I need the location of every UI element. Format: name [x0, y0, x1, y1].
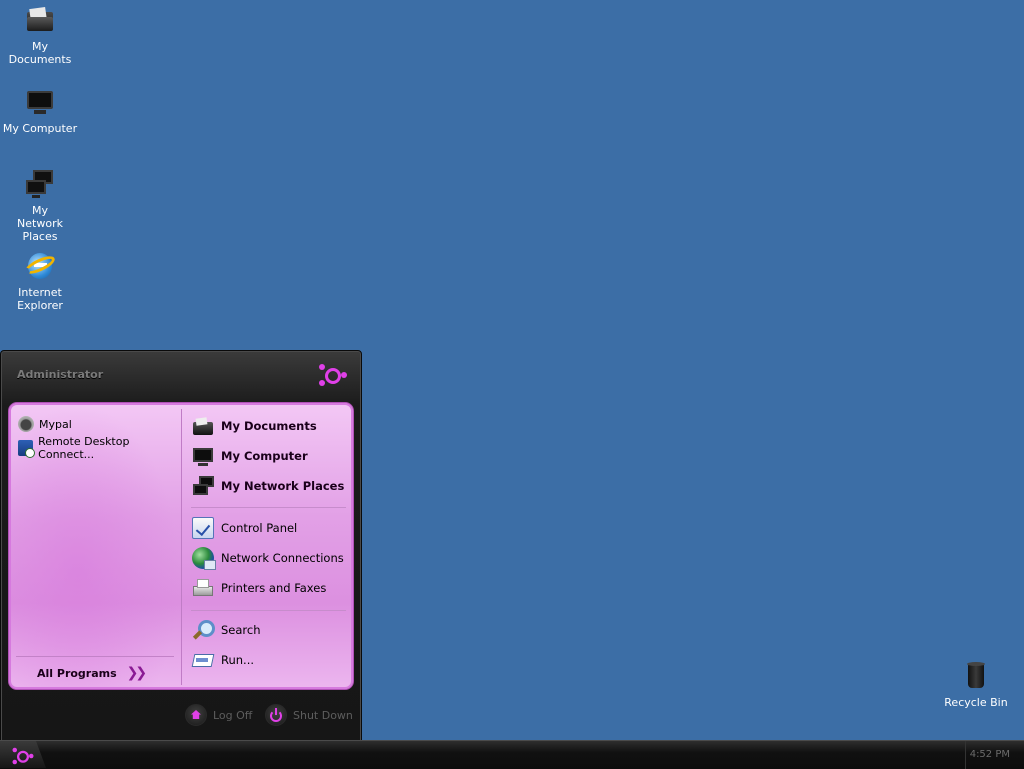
desktop-icon-recycle-bin[interactable]: Recycle Bin	[936, 660, 1016, 709]
program-mypal[interactable]: Mypal	[18, 414, 72, 434]
desktop-icon-label: My Documents	[8, 40, 72, 66]
start-button[interactable]	[0, 741, 46, 768]
program-remote-desktop[interactable]: Remote Desktop Connect...	[18, 435, 181, 461]
menu-item-run[interactable]: Run...	[192, 647, 254, 673]
search-icon	[192, 619, 215, 641]
log-off-label: Log Off	[213, 708, 253, 722]
menu-item-my-network-places[interactable]: My Network Places	[192, 473, 344, 499]
run-icon	[192, 649, 214, 671]
ie-icon	[22, 250, 58, 282]
desktop-icon-label: My Network Places	[17, 204, 63, 243]
divider	[181, 409, 182, 685]
desktop-icon-label: Internet Explorer	[17, 286, 63, 312]
double-chevron-right-icon: ❯❯	[126, 665, 148, 681]
menu-item-my-documents[interactable]: My Documents	[192, 413, 317, 439]
start-menu: Administrator Mypal Remote Desktop Conne…	[0, 350, 362, 742]
all-programs-button[interactable]: All Programs ❯❯	[37, 665, 148, 681]
monitor-icon	[24, 86, 56, 118]
desktop-icon-label: My Computer	[2, 122, 78, 135]
log-off-icon	[185, 704, 207, 726]
desktop-icon-my-network-places[interactable]: My Network Places	[0, 168, 80, 243]
menu-item-label: Network Connections	[221, 551, 344, 565]
system-tray: 4:52 PM	[965, 741, 1024, 769]
network-icon	[24, 168, 56, 200]
logo-icon	[319, 361, 347, 389]
network-icon	[192, 475, 214, 497]
menu-item-label: Control Panel	[221, 521, 298, 535]
all-programs-label: All Programs	[37, 666, 117, 680]
menu-item-label: My Documents	[221, 419, 317, 433]
desktop-icon-my-computer[interactable]: My Computer	[0, 86, 80, 135]
monitor-icon	[192, 445, 214, 467]
menu-item-network-connections[interactable]: Network Connections	[192, 545, 344, 571]
menu-item-label: Printers and Faxes	[221, 581, 327, 595]
shut-down-button[interactable]: Shut Down	[265, 704, 353, 726]
logo-icon	[12, 746, 34, 767]
program-label: Remote Desktop Connect...	[38, 435, 130, 461]
desktop-icon-internet-explorer[interactable]: Internet Explorer	[0, 250, 80, 312]
globe-icon	[192, 547, 216, 570]
menu-item-label: Search	[221, 623, 261, 637]
shut-down-label: Shut Down	[293, 708, 353, 722]
trash-icon	[960, 660, 992, 692]
menu-item-search[interactable]: Search	[192, 617, 261, 643]
remote-desktop-icon	[18, 440, 36, 458]
log-off-button[interactable]: Log Off	[185, 704, 252, 726]
divider	[16, 656, 174, 657]
user-name: Administrator	[17, 368, 104, 381]
printer-icon	[192, 577, 214, 599]
mypal-icon	[18, 416, 34, 432]
menu-item-my-computer[interactable]: My Computer	[192, 443, 308, 469]
control-panel-icon	[192, 517, 214, 539]
divider	[191, 610, 346, 611]
power-icon	[265, 704, 287, 726]
program-label: Mypal	[39, 417, 72, 431]
menu-item-label: My Computer	[221, 449, 308, 463]
pinned-programs: Mypal Remote Desktop Connect... All Prog…	[9, 403, 181, 689]
folder-icon	[192, 415, 214, 437]
start-menu-panel: Mypal Remote Desktop Connect... All Prog…	[8, 402, 354, 690]
menu-item-control-panel[interactable]: Control Panel	[192, 515, 297, 541]
menu-item-label: My Network Places	[221, 479, 345, 493]
desktop-icon-label: Recycle Bin	[944, 696, 1008, 709]
folder-icon	[24, 4, 56, 36]
desktop-icon-my-documents[interactable]: My Documents	[0, 4, 80, 66]
divider	[191, 507, 346, 508]
clock[interactable]: 4:52 PM	[970, 749, 1010, 760]
taskbar: 4:52 PM	[0, 740, 1024, 769]
menu-item-printers-and-faxes[interactable]: Printers and Faxes	[192, 575, 326, 601]
menu-item-label: Run...	[221, 653, 255, 667]
